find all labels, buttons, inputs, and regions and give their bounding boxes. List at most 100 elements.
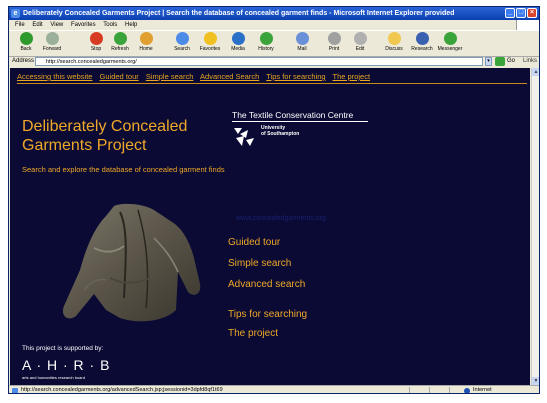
- toolbar-button-label: Back: [20, 46, 32, 52]
- browser-window: e Deliberately Concealed Garments Projec…: [8, 6, 540, 394]
- windows-logo-icon: [516, 20, 539, 30]
- menu-help[interactable]: Help: [125, 22, 137, 28]
- toolbar-favorites-button[interactable]: Favorites: [197, 32, 223, 52]
- university-logo-icon: [234, 128, 254, 146]
- toolbar-forward-button[interactable]: Forward: [39, 32, 65, 52]
- research-icon: [415, 32, 429, 45]
- top-nav-simple-search[interactable]: Simple search: [146, 72, 194, 81]
- status-divider: [409, 387, 410, 393]
- toolbar-button-label: Refresh: [111, 46, 129, 52]
- toolbar-stop-button[interactable]: Stop: [83, 32, 109, 52]
- toolbar-button-label: Discuss: [385, 46, 403, 52]
- address-dropdown-button[interactable]: ▾: [485, 57, 492, 66]
- scroll-down-icon[interactable]: ▼: [532, 377, 539, 385]
- centre-divider: [232, 121, 368, 122]
- toolbar-back-button[interactable]: Back: [13, 32, 39, 52]
- go-arrow-icon[interactable]: [495, 57, 505, 66]
- top-nav: Accessing this website Guided tour Simpl…: [17, 72, 375, 81]
- top-nav-advanced-search[interactable]: Advanced Search: [200, 72, 259, 81]
- page-title: Deliberately Concealed Garments Project: [22, 118, 188, 154]
- print-icon: [327, 32, 341, 45]
- internet-zone-icon: [464, 388, 470, 393]
- menu-view[interactable]: View: [50, 22, 63, 28]
- star-icon: [203, 32, 217, 45]
- title-bar: e Deliberately Concealed Garments Projec…: [9, 7, 539, 20]
- messenger-icon: [443, 32, 457, 45]
- top-nav-the-project[interactable]: The project: [333, 72, 371, 81]
- ahrb-subtitle: arts and humanities research board: [22, 375, 85, 380]
- tagline: Search and explore the database of conce…: [22, 165, 225, 174]
- address-input[interactable]: http://search.concealedgarments.org/: [35, 57, 483, 66]
- toolbar-button-label: Search: [174, 46, 190, 52]
- menu-file[interactable]: File: [15, 22, 25, 28]
- edit-icon: [353, 32, 367, 45]
- toolbar-history-button[interactable]: History: [253, 32, 279, 52]
- close-button[interactable]: ×: [527, 8, 537, 18]
- toolbar-mail-button[interactable]: Mail: [289, 32, 315, 52]
- go-button[interactable]: Go: [507, 56, 515, 67]
- toolbar-button-label: Home: [139, 46, 153, 52]
- menu-edit[interactable]: Edit: [32, 22, 42, 28]
- centre-name: The Textile Conservation Centre: [232, 110, 354, 120]
- toolbar-button-label: Research: [411, 46, 433, 52]
- status-bar: http://search.concealedgarments.org/adva…: [9, 385, 539, 393]
- page-content: Accessing this website Guided tour Simpl…: [10, 68, 530, 385]
- toolbar-button-label: Edit: [355, 46, 365, 52]
- toolbar-refresh-button[interactable]: Refresh: [107, 32, 133, 52]
- nav-advanced-search[interactable]: Advanced search: [228, 279, 305, 290]
- forward-arrow-icon: [45, 32, 59, 45]
- nav-simple-search[interactable]: Simple search: [228, 258, 291, 269]
- discuss-icon: [387, 32, 401, 45]
- toolbar-button-label: Stop: [90, 46, 102, 52]
- window-title: Deliberately Concealed Garments Project …: [23, 10, 455, 17]
- refresh-icon: [113, 32, 127, 45]
- nav-the-project[interactable]: The project: [228, 328, 278, 339]
- mail-icon: [295, 32, 309, 45]
- toolbar-button-label: Mail: [297, 46, 307, 52]
- stop-icon: [89, 32, 103, 45]
- toolbar-button-label: Forward: [42, 46, 62, 52]
- toolbar-edit-button[interactable]: Edit: [347, 32, 373, 52]
- search-icon: [175, 32, 189, 45]
- faded-site-link[interactable]: www.concealedgarments.org: [236, 215, 326, 222]
- menu-bar: File Edit View Favorites Tools Help: [9, 20, 539, 30]
- toolbar-home-button[interactable]: Home: [133, 32, 159, 52]
- toolbar-media-button[interactable]: Media: [225, 32, 251, 52]
- toolbar-button-label: Media: [231, 46, 245, 52]
- menu-tools[interactable]: Tools: [103, 22, 117, 28]
- toolbar-research-button[interactable]: Research: [409, 32, 435, 52]
- address-bar: Address http://search.concealedgarments.…: [9, 56, 539, 75]
- vertical-scrollbar[interactable]: ▲ ▼: [531, 68, 539, 385]
- toolbar-button-label: History: [258, 46, 274, 52]
- status-url: http://search.concealedgarments.org/adva…: [21, 387, 223, 393]
- university-name: University of Southampton: [261, 125, 299, 137]
- top-nav-accessing[interactable]: Accessing this website: [17, 72, 92, 81]
- concealed-garment-image: [62, 203, 201, 322]
- toolbar-discuss-button[interactable]: Discuss: [381, 32, 407, 52]
- top-nav-tips[interactable]: Tips for searching: [266, 72, 325, 81]
- home-icon: [139, 32, 153, 45]
- nav-guided-tour[interactable]: Guided tour: [228, 237, 280, 248]
- toolbar-print-button[interactable]: Print: [321, 32, 347, 52]
- toolbar-search-button[interactable]: Search: [169, 32, 195, 52]
- supported-by-label: This project is supported by:: [22, 345, 104, 352]
- toolbar: Back Forward Stop Refresh Home Search Favorite…: [9, 30, 539, 57]
- university-line-2: of Southampton: [261, 131, 300, 137]
- maximize-button[interactable]: □: [516, 8, 526, 18]
- toolbar-messenger-button[interactable]: Messenger: [437, 32, 463, 52]
- back-arrow-icon: [19, 32, 33, 45]
- page-icon: [12, 388, 18, 393]
- toolbar-button-label: Messenger: [437, 46, 463, 52]
- minimize-button[interactable]: _: [505, 8, 515, 18]
- address-label: Address: [12, 58, 35, 64]
- ahrb-logo[interactable]: A · H · R · B: [22, 357, 110, 373]
- toolbar-button-label: Favorites: [199, 46, 221, 52]
- ie-logo-icon: e: [11, 9, 20, 18]
- top-nav-guided-tour[interactable]: Guided tour: [100, 72, 139, 81]
- menu-favorites[interactable]: Favorites: [71, 22, 96, 28]
- status-divider: [449, 387, 450, 393]
- history-icon: [259, 32, 273, 45]
- status-divider: [429, 387, 430, 393]
- scroll-up-icon[interactable]: ▲: [532, 68, 539, 76]
- nav-tips-for-searching[interactable]: Tips for searching: [228, 309, 307, 320]
